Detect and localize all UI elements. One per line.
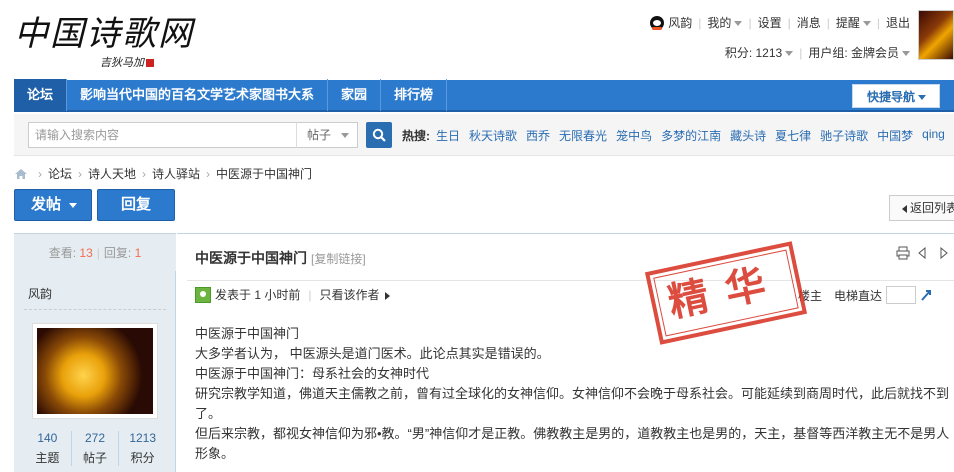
search-bar: 请输入搜索内容 帖子 热搜: 生日 秋天诗歌 西乔 无限春光 笼中鸟 多梦的江南… <box>14 114 954 156</box>
search-icon <box>372 128 386 142</box>
hot-search-label: 热搜: <box>402 129 430 143</box>
logo-signature: 吉狄马加 <box>100 54 154 70</box>
chevron-down-icon <box>69 202 78 208</box>
nav-item-book-series[interactable]: 影响当代中国的百名文学艺术家图书大系 <box>67 79 329 111</box>
post-line: 中医源于中国神门：母系社会的女神时代 <box>195 366 430 381</box>
hot-term[interactable]: 生日 <box>436 127 460 144</box>
hot-term[interactable]: 西乔 <box>526 127 550 144</box>
floor-jump-input[interactable] <box>886 286 916 304</box>
back-to-list-button[interactable]: 返回列表 <box>889 195 954 221</box>
post-line: 大多学者认为， 中医源头是道门医术。此论点其实是错误的。 <box>195 346 550 361</box>
author-name[interactable]: 风韵 <box>28 285 52 302</box>
points-count[interactable]: 1213 <box>119 431 166 445</box>
qq-icon <box>650 15 665 30</box>
online-status-icon <box>195 286 211 303</box>
thread-stats: 查看: 13 | 回复: 1 <box>14 233 176 271</box>
replies-count: 1 <box>134 246 142 260</box>
print-icon[interactable] <box>896 246 910 260</box>
user-avatar[interactable] <box>918 10 954 60</box>
hot-term[interactable]: 藏头诗 <box>730 127 766 144</box>
search-input[interactable]: 请输入搜索内容 <box>28 122 310 148</box>
hot-term[interactable]: 中国梦 <box>877 127 913 144</box>
breadcrumb: › 论坛 › 诗人天地 › 诗人驿站 › 中医源于中国神门 <box>14 165 312 182</box>
messages-link[interactable]: 消息 <box>797 14 821 31</box>
breadcrumb-station[interactable]: 诗人驿站 <box>152 165 200 182</box>
arrow-right-icon <box>385 291 391 300</box>
breadcrumb-forum[interactable]: 论坛 <box>48 165 72 182</box>
author-stats: 140 主题 272 帖子 1213 积分 <box>24 431 166 466</box>
thread-tools <box>896 246 950 260</box>
only-author-link[interactable]: 只看该作者 <box>319 286 391 303</box>
nav-item-forum[interactable]: 论坛 <box>14 79 68 111</box>
post-line: 中医源于中国神门 <box>195 326 300 341</box>
topics-count[interactable]: 140 <box>24 431 71 445</box>
logout-link[interactable]: 退出 <box>886 14 910 31</box>
posts-count[interactable]: 272 <box>72 431 119 445</box>
main-nav: 论坛 影响当代中国的百名文学艺术家图书大系 家园 排行榜 快捷导航 <box>14 79 954 112</box>
post-meta: 发表于 1 小时前 | 只看该作者 <box>195 286 391 303</box>
go-arrow-icon[interactable] <box>920 288 932 302</box>
post-panel: 中医源于中国神门 [复制链接] 发表于 1 小时前 | 只看该作者 楼主 电梯直达… <box>177 233 954 472</box>
copy-link[interactable]: [复制链接] <box>311 252 366 266</box>
floor-tools: 楼主 电梯直达 <box>798 286 932 304</box>
search-type-select[interactable]: 帖子 <box>296 122 358 148</box>
breadcrumb-current[interactable]: 中医源于中国神门 <box>216 165 312 182</box>
search-button[interactable] <box>366 122 392 148</box>
author-avatar[interactable] <box>32 323 158 419</box>
hot-term[interactable]: 多梦的江南 <box>661 127 721 144</box>
new-post-button[interactable]: 发帖 <box>14 189 92 221</box>
chevron-down-icon <box>734 21 743 27</box>
views-count: 13 <box>79 246 93 260</box>
breadcrumb-poets[interactable]: 诗人天地 <box>88 165 136 182</box>
points-menu[interactable]: 积分: 1213 <box>725 44 794 61</box>
user-bar: 风韵 | 我的 | 设置 | 消息 | 提醒 | 退出 积分: 1213 | 用… <box>650 14 910 61</box>
reply-button[interactable]: 回复 <box>97 189 175 221</box>
arrow-left-icon <box>902 204 907 213</box>
thread-title: 中医源于中国神门 [复制链接] <box>195 250 366 266</box>
next-thread-icon[interactable] <box>936 246 950 260</box>
hot-term[interactable]: qing <box>922 127 945 144</box>
hot-search: 热搜: 生日 秋天诗歌 西乔 无限春光 笼中鸟 多梦的江南 藏头诗 夏七律 驰子… <box>402 127 954 144</box>
hot-term[interactable]: 无限春光 <box>559 127 607 144</box>
post-line: 研究宗教学知道，佛道天主儒教之前，曾有过全球化的女神信仰。女神信仰不会晚于母系社… <box>195 386 950 421</box>
chevron-down-icon <box>341 133 350 139</box>
hot-term[interactable]: 笼中鸟 <box>616 127 652 144</box>
hot-term[interactable]: 秋天诗歌 <box>469 127 517 144</box>
post-time: 发表于 1 小时前 <box>215 288 301 302</box>
my-menu[interactable]: 我的 <box>707 14 743 31</box>
reminders-menu[interactable]: 提醒 <box>836 14 871 31</box>
logo-title: 中国诗歌网 <box>14 14 194 54</box>
quick-nav-button[interactable]: 快捷导航 <box>852 84 940 108</box>
chevron-down-icon <box>902 51 910 57</box>
nav-item-home[interactable]: 家园 <box>328 79 382 111</box>
chevron-down-icon <box>918 95 927 101</box>
jump-label: 电梯直达 <box>833 288 882 303</box>
user-group-menu[interactable]: 用户组: 金牌会员 <box>808 44 910 61</box>
previous-thread-icon[interactable] <box>916 246 930 260</box>
chevron-down-icon <box>862 21 871 27</box>
seal-icon <box>146 59 154 68</box>
username-link[interactable]: 风韵 <box>668 14 692 31</box>
nav-item-ranking[interactable]: 排行榜 <box>381 79 448 111</box>
post-content: 中医源于中国神门 大多学者认为， 中医源头是道门医术。此论点其实是错误的。 中医… <box>195 324 953 464</box>
settings-link[interactable]: 设置 <box>758 14 782 31</box>
author-panel: 风韵 140 主题 272 帖子 1213 积分 <box>14 271 176 472</box>
home-icon[interactable] <box>14 168 28 180</box>
post-line: 但后来宗教，都视女神信仰为邪•教。“男”神信仰才是正教。佛教教主是男的，道教教主… <box>195 426 950 461</box>
hot-term[interactable]: 夏七律 <box>775 127 811 144</box>
site-logo[interactable]: 中国诗歌网 吉狄马加 <box>14 6 204 76</box>
chevron-down-icon <box>785 51 794 57</box>
hot-term[interactable]: 驰子诗歌 <box>820 127 868 144</box>
